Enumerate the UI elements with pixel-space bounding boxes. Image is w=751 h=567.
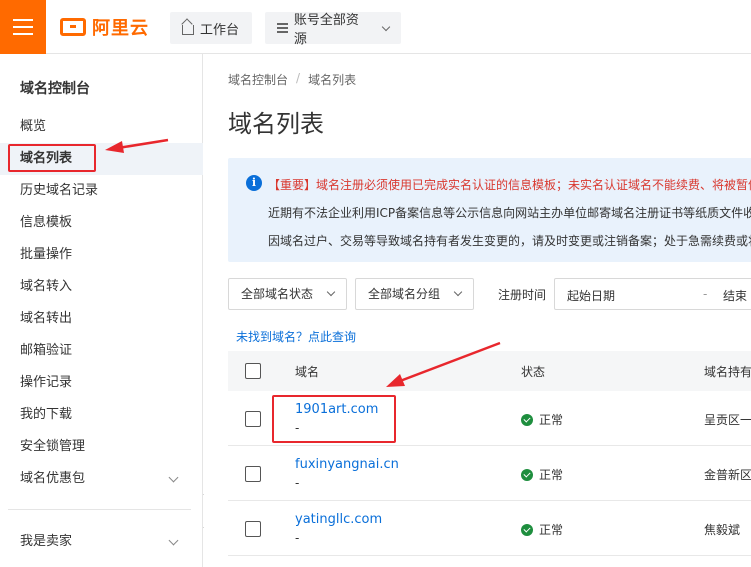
top-bar: 阿里云 工作台 账号全部资源 <box>0 0 751 54</box>
chevron-down-icon <box>168 472 179 483</box>
domain-link[interactable]: fuxinyangnai.cn <box>295 457 399 472</box>
holder-cell: 金普新区 <box>704 468 751 482</box>
notice-line-important: 【重要】域名注册必须使用已完成实名认证的信息模板；未实名认证域名不能续费、将被暂… <box>268 178 751 192</box>
reg-date-range-input[interactable]: 起始日期 - 结束 <box>554 278 751 310</box>
sidebar-item-operation-log[interactable]: 操作记录 <box>0 367 203 399</box>
logo-mark-icon <box>60 18 86 36</box>
status-text: 正常 <box>539 468 564 482</box>
group-filter-value: 全部域名分组 <box>368 287 441 301</box>
row-checkbox[interactable] <box>245 521 261 537</box>
chevron-down-icon <box>168 535 179 546</box>
status-cell: 正常 <box>521 521 563 538</box>
date-separator: - <box>703 287 708 301</box>
select-all-checkbox[interactable] <box>245 363 261 379</box>
check-circle-icon <box>521 468 533 481</box>
row-checkbox[interactable] <box>245 411 261 427</box>
reg-time-label: 注册时间 <box>498 288 547 302</box>
sidebar-item-overview[interactable]: 概览 <box>0 111 203 143</box>
domain-sub: - <box>295 476 300 490</box>
sidebar-item-templates[interactable]: 信息模板 <box>0 207 203 239</box>
status-filter-select[interactable]: 全部域名状态 <box>228 278 347 310</box>
info-icon: i <box>246 175 262 191</box>
chevron-down-icon <box>381 22 391 31</box>
logo-text: 阿里云 <box>92 18 149 39</box>
resources-label: 账号全部资源 <box>293 13 359 47</box>
breadcrumb-separator: / <box>296 71 301 85</box>
workbench-label: 工作台 <box>200 22 240 38</box>
header-holder: 域名持有 <box>704 365 751 379</box>
annotation-box-domain-list <box>8 144 96 172</box>
holder-cell: 焦毅斌 <box>704 523 741 537</box>
sidebar-item-label: 域名优惠包 <box>20 471 86 486</box>
sidebar-item-batch[interactable]: 批量操作 <box>0 239 203 271</box>
sidebar-divider <box>8 509 191 510</box>
status-text: 正常 <box>539 523 564 537</box>
sidebar-item-security-lock[interactable]: 安全锁管理 <box>0 431 203 463</box>
notice-line-2: 近期有不法企业利用ICP备案信息等公示信息向网站主办单位邮寄域名注册证书等纸质文… <box>268 206 751 220</box>
sidebar-item-transfer-out[interactable]: 域名转出 <box>0 303 203 335</box>
breadcrumb-root[interactable]: 域名控制台 <box>228 71 288 88</box>
check-circle-icon <box>521 413 533 426</box>
page-title: 域名列表 <box>228 110 324 138</box>
status-cell: 正常 <box>521 411 563 428</box>
chevron-down-icon <box>453 287 463 297</box>
status-text: 正常 <box>539 413 564 427</box>
main-content: 域名控制台 / 域名列表 域名列表 i 【重要】域名注册必须使用已完成实名认证的… <box>204 54 751 567</box>
sidebar-item-seller[interactable]: 我是卖家 <box>0 526 203 558</box>
table-header: 域名 状态 域名持有 <box>228 351 751 391</box>
list-icon <box>277 23 288 33</box>
sidebar-title: 域名控制台 <box>20 81 90 97</box>
domain-link[interactable]: yatingllc.com <box>295 512 382 527</box>
status-filter-value: 全部域名状态 <box>241 287 314 301</box>
notice-banner: i 【重要】域名注册必须使用已完成实名认证的信息模板；未实名认证域名不能续费、将… <box>228 158 751 262</box>
find-domain-link[interactable]: 未找到域名？点此查询 <box>236 328 356 345</box>
sidebar-item-downloads[interactable]: 我的下载 <box>0 399 203 431</box>
header-domain: 域名 <box>295 365 320 379</box>
sidebar-item-history[interactable]: 历史域名记录 <box>0 175 203 207</box>
group-filter-select[interactable]: 全部域名分组 <box>355 278 474 310</box>
chevron-down-icon <box>326 287 336 297</box>
breadcrumb-current: 域名列表 <box>308 73 357 87</box>
menu-icon[interactable] <box>0 0 46 54</box>
start-date-placeholder: 起始日期 <box>567 289 616 303</box>
annotation-box-domain <box>272 395 396 443</box>
aliyun-logo[interactable]: 阿里云 <box>60 16 149 39</box>
table-row: yatingllc.com - 正常 焦毅斌 <box>228 501 751 556</box>
header-status: 状态 <box>521 365 546 379</box>
check-circle-icon <box>521 523 533 536</box>
sidebar: 域名控制台 概览 域名列表 历史域名记录 信息模板 批量操作 域名转入 域名转出… <box>0 54 203 567</box>
home-icon <box>182 24 194 35</box>
row-checkbox[interactable] <box>245 466 261 482</box>
sidebar-item-label: 我是卖家 <box>20 534 73 549</box>
breadcrumb: 域名控制台 / 域名列表 <box>228 71 356 88</box>
status-cell: 正常 <box>521 466 563 483</box>
sidebar-item-email-verify[interactable]: 邮箱验证 <box>0 335 203 367</box>
domain-sub: - <box>295 531 300 545</box>
table-row: fuxinyangnai.cn - 正常 金普新区 <box>228 446 751 501</box>
sidebar-item-discount-pack[interactable]: 域名优惠包 <box>0 463 203 495</box>
sidebar-item-transfer-in[interactable]: 域名转入 <box>0 271 203 303</box>
resources-dropdown[interactable]: 账号全部资源 <box>265 12 401 47</box>
holder-cell: 呈贡区一 <box>704 413 751 427</box>
notice-line-3: 因域名过户、交易等导致域名持有者发生变更的，请及时变更或注销备案；处于急需续费或… <box>268 234 751 248</box>
end-date-placeholder: 结束 <box>723 289 748 303</box>
workbench-button[interactable]: 工作台 <box>170 12 252 44</box>
